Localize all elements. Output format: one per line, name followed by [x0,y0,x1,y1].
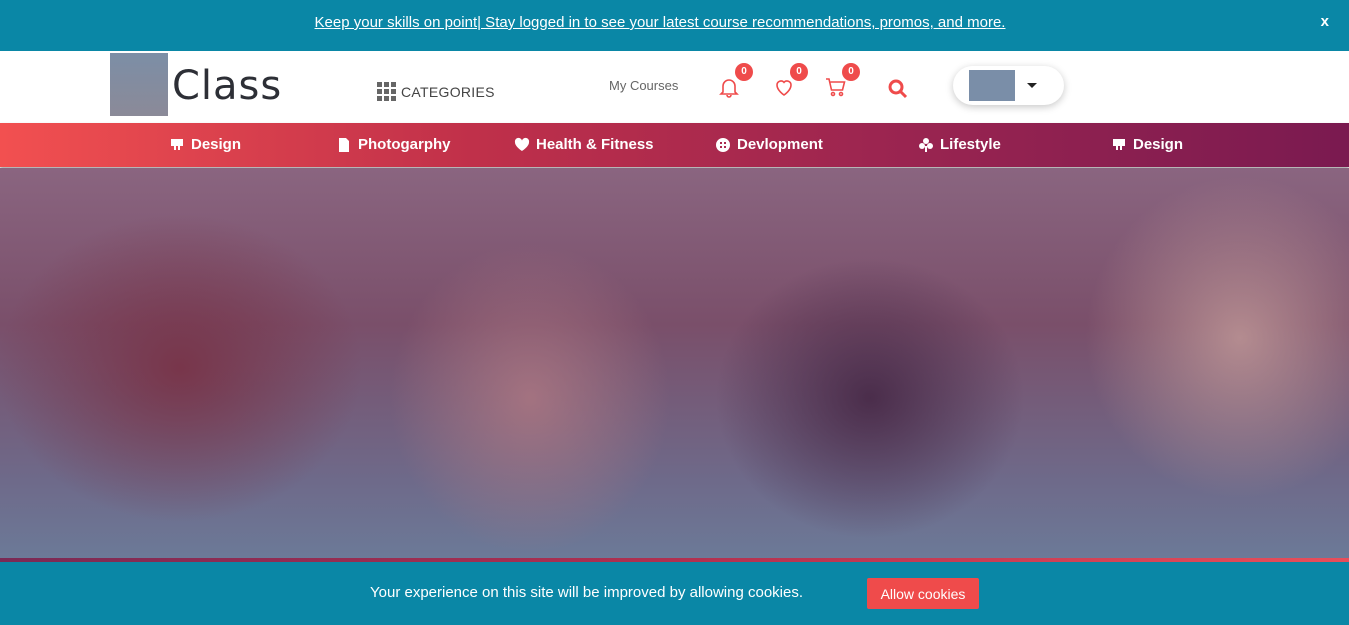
notifications-badge: 0 [735,63,753,81]
site-header: Class CATEGORIES My Courses 0 0 0 [0,51,1349,123]
nav-item-label: Photogarphy [358,136,451,153]
category-nav: Design Photogarphy Health & Fitness Devl… [0,123,1349,167]
logo-text[interactable]: Class [172,63,282,109]
wishlist-button[interactable]: 0 [772,63,808,101]
categories-menu[interactable]: CATEGORIES [377,82,495,101]
nav-item-label: Lifestyle [940,136,1001,153]
nav-item-label: Design [1133,136,1184,153]
search-icon [888,79,908,99]
nav-item-photography[interactable]: Photogarphy [336,136,451,153]
allow-cookies-button[interactable]: Allow cookies [867,578,979,609]
nav-item-label: Health & Fitness [536,136,654,153]
heart-icon [514,137,530,151]
notifications-button[interactable]: 0 [717,63,753,101]
nav-item-design[interactable]: Design [169,136,241,153]
nav-item-lifestyle[interactable]: Lifestyle [918,136,1001,153]
promo-bar: Keep your skills on point| Stay logged i… [0,0,1349,51]
logo-image[interactable] [110,53,168,116]
code-icon [716,137,730,152]
design-icon [1113,138,1125,150]
flower-icon [919,137,933,152]
photo-icon [339,137,349,152]
nav-item-development[interactable]: Devlopment [715,136,823,153]
hero-banner [0,168,1349,560]
cart-badge: 0 [842,63,860,81]
caret-down-icon [1027,83,1037,88]
design-icon [171,138,183,150]
search-button[interactable] [886,77,912,103]
cookie-bar: Your experience on this site will be imp… [0,562,1349,625]
categories-label: CATEGORIES [401,83,495,100]
promo-close-button[interactable]: x [1321,13,1329,30]
nav-item-health-fitness[interactable]: Health & Fitness [514,136,654,153]
my-courses-link[interactable]: My Courses [609,78,678,93]
nav-item-design-2[interactable]: Design [1111,136,1183,153]
nav-item-label: Design [191,136,242,153]
grid-icon [377,82,396,101]
avatar [969,70,1015,101]
promo-link[interactable]: Keep your skills on point| Stay logged i… [0,14,1320,31]
cart-button[interactable]: 0 [824,63,860,101]
cookie-message: Your experience on this site will be imp… [370,584,804,601]
profile-menu-button[interactable] [953,66,1064,105]
nav-item-label: Devlopment [737,136,823,153]
wishlist-badge: 0 [790,63,808,81]
